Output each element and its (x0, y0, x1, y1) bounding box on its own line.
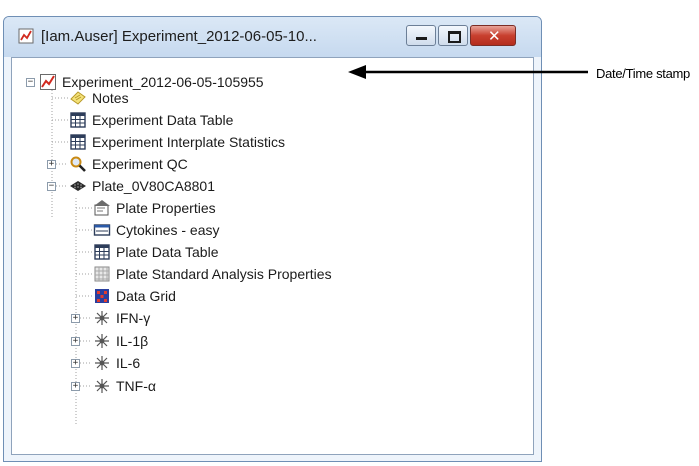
callout-label: Date/Time stamp (596, 66, 690, 81)
callout-arrow (348, 65, 588, 79)
